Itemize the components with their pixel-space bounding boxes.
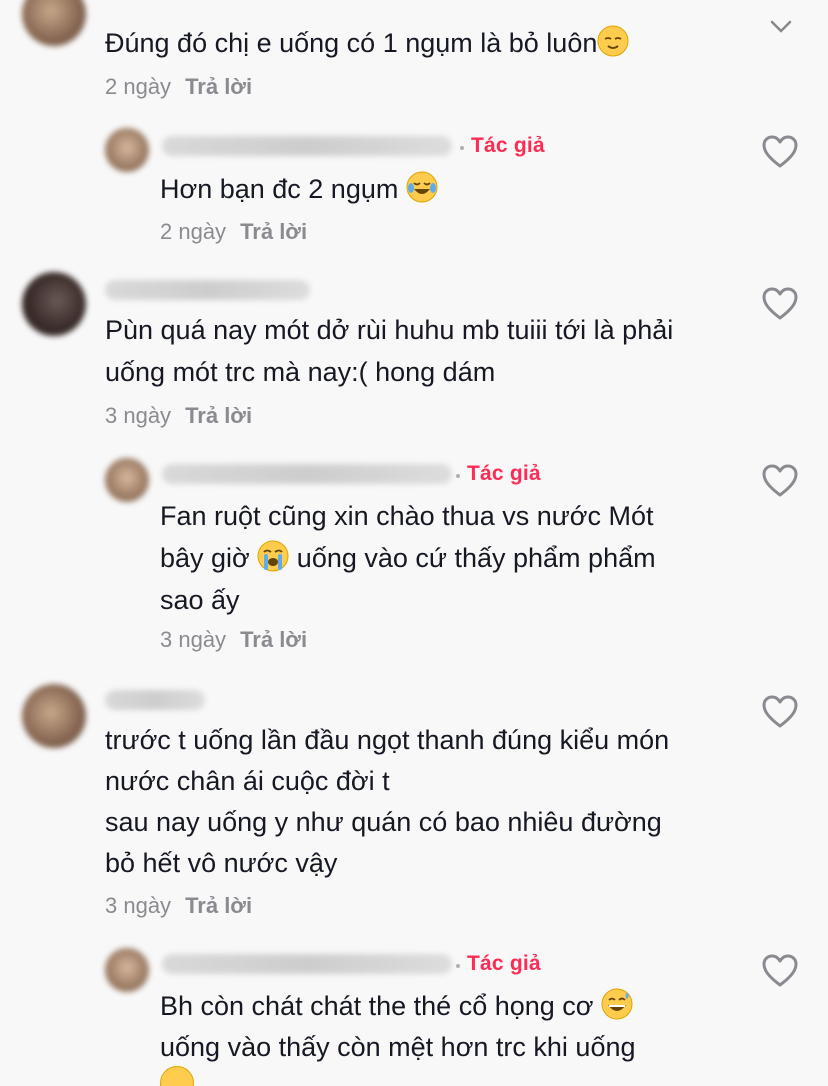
author-badge: Tác giả	[471, 134, 545, 157]
comment-meta: 3 ngày Trả lời	[105, 893, 252, 919]
avatar[interactable]	[22, 684, 86, 748]
username-blurred[interactable]	[162, 136, 452, 156]
partial-emoji	[160, 1066, 194, 1086]
timestamp: 2 ngày	[105, 74, 172, 99]
separator-dot	[456, 474, 460, 478]
heart-outline-icon[interactable]	[762, 954, 798, 988]
comment-text-line: Pùn quá nay mót dở rùi huhu mb tuiii tới…	[105, 315, 674, 345]
heart-outline-icon[interactable]	[762, 135, 798, 169]
comment-meta: 3 ngày Trả lời	[105, 403, 252, 429]
reply-button[interactable]: Trả lời	[240, 219, 307, 244]
comment-text-line: nước chân ái cuộc đời t	[105, 766, 390, 796]
author-badge: Tác giả	[467, 462, 541, 485]
reply-text-line: Fan ruột cũng xin chào thua vs nước Mót	[160, 501, 654, 531]
timestamp: 3 ngày	[105, 403, 172, 428]
comment-meta: 2 ngày Trả lời	[105, 74, 252, 100]
separator-dot	[456, 964, 460, 968]
reply-text-line: uống vào thấy còn mệt hơn trc khi uống	[160, 1032, 636, 1062]
reply-button[interactable]: Trả lời	[185, 893, 252, 918]
username-blurred[interactable]	[105, 280, 310, 300]
avatar[interactable]	[22, 0, 86, 46]
username-blurred[interactable]	[162, 954, 452, 974]
timestamp: 2 ngày	[160, 219, 227, 244]
reply-meta: 2 ngày Trả lời	[160, 219, 307, 245]
avatar[interactable]	[105, 948, 149, 992]
reply-button[interactable]: Trả lời	[185, 403, 252, 428]
relieved-face-emoji	[597, 25, 629, 57]
username-blurred[interactable]	[105, 690, 205, 710]
grinning-sweat-emoji	[601, 988, 633, 1020]
loudly-crying-face-emoji	[257, 540, 289, 572]
reply-button[interactable]: Trả lời	[185, 74, 252, 99]
avatar[interactable]	[105, 458, 149, 502]
avatar[interactable]	[105, 128, 149, 172]
timestamp: 3 ngày	[105, 893, 172, 918]
reply-text-line: Bh còn chát chát the thé cổ họng cơ	[160, 985, 633, 1027]
heart-outline-icon[interactable]	[762, 695, 798, 729]
timestamp: 3 ngày	[160, 627, 227, 652]
username-blurred[interactable]	[162, 464, 452, 484]
reply-button[interactable]: Trả lời	[240, 627, 307, 652]
comment-text-line: trước t uống lần đầu ngọt thanh đúng kiể…	[105, 725, 670, 755]
comment-text-line: bỏ hết vô nước vậy	[105, 848, 338, 878]
comment-text-line: sau nay uống y như quán có bao nhiêu đườ…	[105, 807, 662, 837]
comment-text-line: uống mót trc mà nay:( hong dám	[105, 357, 496, 387]
comment-text: Đúng đó chị e uống có 1 ngụm là bỏ luôn	[105, 22, 629, 64]
heart-outline-icon[interactable]	[762, 464, 798, 498]
author-badge: Tác giả	[467, 952, 541, 975]
reply-text-line: sao ấy	[160, 585, 240, 615]
heart-outline-icon[interactable]	[762, 287, 798, 321]
avatar[interactable]	[22, 272, 86, 336]
separator-dot	[460, 146, 464, 150]
reply-text-line: bây giờ uống vào cứ thấy phẩm phẩm	[160, 537, 656, 579]
chevron-down-icon[interactable]	[770, 20, 792, 34]
reply-meta: 3 ngày Trả lời	[160, 627, 307, 653]
reply-text: Hơn bạn đc 2 ngụm	[160, 168, 438, 210]
tears-of-joy-emoji	[406, 171, 438, 203]
